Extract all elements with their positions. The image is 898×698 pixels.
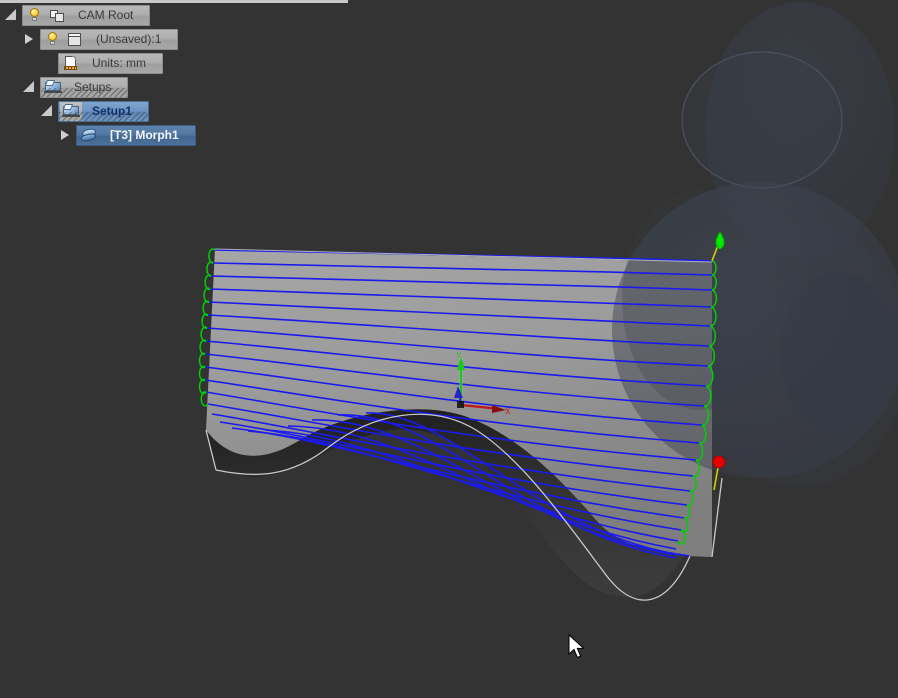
expander-morph1-operation[interactable] [54, 123, 76, 147]
tree-label-morph1-operation: [T3] Morph1 [100, 126, 193, 145]
stock-blob-far-right [780, 272, 896, 432]
tree-label-setups-folder: Setups [64, 78, 125, 97]
expander-cam-root[interactable] [0, 3, 22, 27]
lightbulb-icon[interactable] [42, 30, 64, 49]
node-cam-root[interactable]: CAM Root [22, 5, 150, 26]
cam-browser-tree[interactable]: CAM Root (Unsaved):1 [0, 3, 360, 147]
stock-cylinder-top-face [682, 52, 842, 188]
setup-icon [42, 78, 64, 97]
tree-row-cam-root[interactable]: CAM Root [0, 3, 360, 27]
component-icon [46, 6, 68, 25]
tree-label-unsaved-document: (Unsaved):1 [86, 30, 175, 49]
toolpath-icon [78, 126, 100, 145]
toolpath-end-marker [713, 456, 725, 468]
expander-units-placeholder [36, 51, 58, 75]
document-ruler-icon [60, 54, 82, 73]
axis-x-label: X [505, 407, 511, 416]
node-morph1-operation[interactable]: [T3] Morph1 [76, 125, 196, 146]
node-setups-folder[interactable]: Setups [40, 77, 128, 98]
tree-label-setup1: Setup1 [82, 102, 146, 121]
tree-label-cam-root: CAM Root [68, 6, 147, 25]
tree-label-units: Units: mm [82, 54, 160, 73]
tree-row-units[interactable]: Units: mm [0, 51, 360, 75]
node-unsaved-document[interactable]: (Unsaved):1 [40, 29, 178, 50]
application-window: Y X CAM R [0, 0, 898, 698]
expander-setup1[interactable] [36, 99, 58, 123]
lightbulb-icon[interactable] [24, 6, 46, 25]
axis-y-label: Y [456, 351, 462, 360]
tree-row-morph1-operation[interactable]: [T3] Morph1 [0, 123, 360, 147]
node-units[interactable]: Units: mm [58, 53, 163, 74]
tree-row-unsaved-document[interactable]: (Unsaved):1 [0, 27, 360, 51]
expander-setups-folder[interactable] [18, 75, 40, 99]
setup-icon [60, 102, 82, 121]
tree-row-setups-folder[interactable]: Setups [0, 75, 360, 99]
expander-unsaved-document[interactable] [18, 27, 40, 51]
tree-row-setup1[interactable]: Setup1 [0, 99, 360, 123]
node-setup1[interactable]: Setup1 [58, 101, 149, 122]
cube-icon [64, 30, 86, 49]
